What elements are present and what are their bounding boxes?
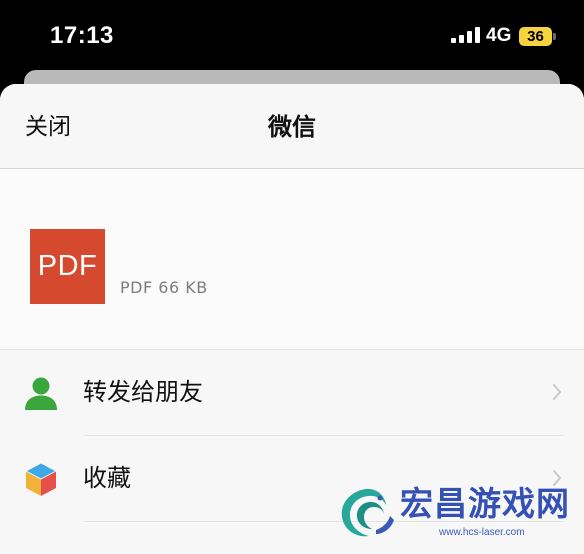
divider [84, 521, 564, 522]
battery-icon: 36 [519, 27, 552, 46]
person-icon [25, 377, 57, 410]
status-bar: 17:13 4G 36 [0, 0, 584, 72]
file-meta: PDF 66 KB [120, 278, 208, 297]
favorite-label: 收藏 [83, 464, 131, 492]
network-type: 4G [486, 25, 512, 46]
cellular-signal-icon [451, 27, 480, 43]
status-time: 17:13 [50, 22, 114, 49]
chevron-right-icon [553, 384, 561, 400]
chevron-right-icon [553, 470, 561, 486]
file-preview: PDF [0, 169, 584, 350]
cube-icon [25, 462, 57, 496]
battery-cap [553, 33, 556, 40]
sheet-header: 关闭 微信 [0, 84, 584, 169]
forward-to-friend-label: 转发给朋友 [83, 378, 203, 406]
favorite-button[interactable]: 收藏 [0, 436, 584, 521]
forward-to-friend-button[interactable]: 转发给朋友 [0, 350, 584, 435]
share-sheet: 关闭 微信 PDF PDF 66 KB 转发给朋友 收藏 [0, 84, 584, 554]
action-list: 转发给朋友 收藏 [0, 350, 584, 554]
battery-level: 36 [527, 28, 544, 45]
close-button[interactable]: 关闭 [25, 112, 71, 142]
pdf-thumbnail-label: PDF [37, 250, 98, 282]
sheet-title: 微信 [268, 113, 316, 141]
pdf-file-icon: PDF [30, 229, 105, 304]
